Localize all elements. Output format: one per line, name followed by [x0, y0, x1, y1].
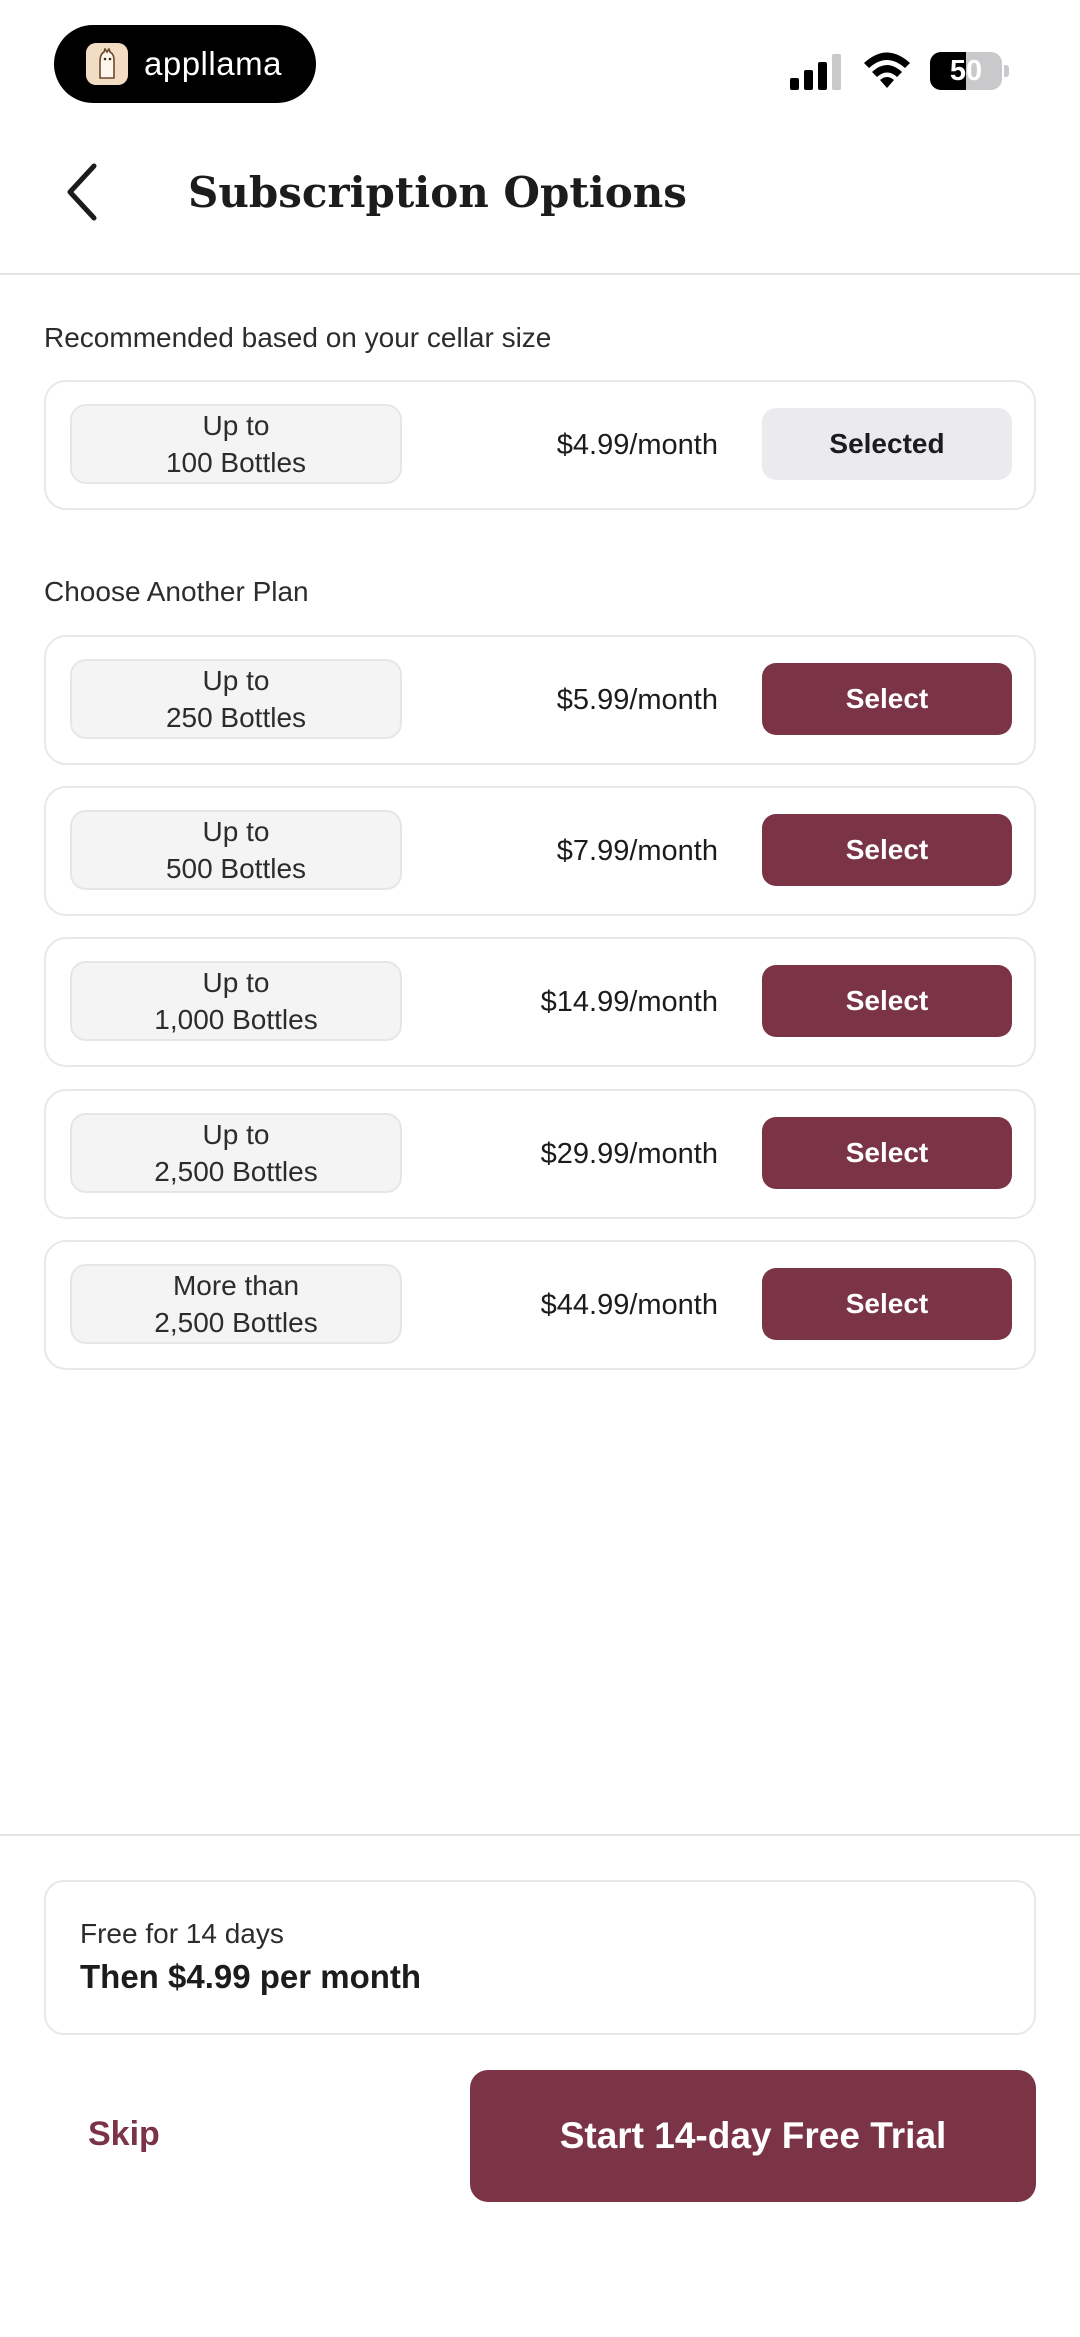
plan-price: $29.99/month	[540, 1138, 718, 1170]
page-title: Subscription Options	[188, 168, 687, 217]
plan-card: More than 2,500 Bottles $44.99/month Sel…	[44, 1240, 1036, 1370]
plan-price: $7.99/month	[556, 835, 718, 867]
cellular-signal-icon	[790, 54, 841, 90]
app-badge[interactable]: appllama	[54, 25, 316, 103]
plan-capacity-tag: Up to 2,500 Bottles	[70, 1113, 402, 1193]
trial-summary: Free for 14 days Then $4.99 per month	[44, 1880, 1036, 2035]
plan-card: Up to 2,500 Bottles $29.99/month Select	[44, 1089, 1036, 1219]
navigation-bar: Subscription Options	[0, 130, 1080, 275]
llama-icon	[86, 43, 128, 85]
plan-capacity-line1: Up to	[202, 967, 270, 998]
plan-price: $4.99/month	[556, 429, 718, 461]
plan-capacity-line2: 1,000 Bottles	[154, 1004, 318, 1035]
select-button[interactable]: Select	[762, 663, 1012, 735]
select-button[interactable]: Select	[762, 1117, 1012, 1189]
select-button[interactable]: Select	[762, 814, 1012, 886]
plan-card: Up to 250 Bottles $5.99/month Select	[44, 635, 1036, 765]
trial-duration-text: Free for 14 days	[80, 1918, 284, 1949]
battery-level: 50	[949, 55, 983, 87]
plan-capacity-line1: Up to	[202, 1119, 270, 1150]
plan-capacity-line2: 2,500 Bottles	[154, 1156, 318, 1187]
plan-capacity-line1: Up to	[202, 665, 270, 696]
plan-price: $14.99/month	[540, 986, 718, 1018]
app-name: appllama	[144, 45, 282, 82]
plan-capacity-line2: 100 Bottles	[165, 447, 307, 478]
plan-card: Up to 1,000 Bottles $14.99/month Select	[44, 937, 1036, 1067]
plan-price: $44.99/month	[540, 1289, 718, 1321]
recommended-label: Recommended based on your cellar size	[44, 322, 552, 353]
start-free-trial-button[interactable]: Start 14-day Free Trial	[470, 2070, 1036, 2202]
selected-button[interactable]: Selected	[762, 408, 1012, 480]
plan-capacity-line1: Up to	[202, 410, 270, 441]
plan-capacity-tag: Up to 250 Bottles	[70, 659, 402, 739]
plan-price: $5.99/month	[556, 684, 718, 716]
plan-capacity-line1: Up to	[202, 816, 270, 847]
plan-capacity-line1: More than	[172, 1270, 300, 1301]
status-bar: appllama 50	[0, 0, 1080, 130]
plan-capacity-line2: 250 Bottles	[165, 702, 307, 733]
footer-divider	[0, 1834, 1080, 1836]
plan-capacity-tag: More than 2,500 Bottles	[70, 1264, 402, 1344]
plan-capacity-line2: 500 Bottles	[165, 853, 307, 884]
chevron-left-icon	[67, 163, 97, 221]
wifi-icon	[864, 52, 910, 88]
choose-another-plan-label: Choose Another Plan	[44, 576, 309, 607]
plan-capacity-tag: Up to 500 Bottles	[70, 810, 402, 890]
skip-button[interactable]: Skip	[88, 2115, 160, 2154]
plan-card-recommended: Up to 100 Bottles $4.99/month Selected	[44, 380, 1036, 510]
plan-capacity-tag: Up to 100 Bottles	[70, 404, 402, 484]
plan-capacity-tag: Up to 1,000 Bottles	[70, 961, 402, 1041]
plan-capacity-line2: 2,500 Bottles	[154, 1307, 318, 1338]
trial-price-text: Then $4.99 per month	[80, 1958, 422, 1995]
battery-icon: 50	[930, 52, 1010, 90]
select-button[interactable]: Select	[762, 965, 1012, 1037]
select-button[interactable]: Select	[762, 1268, 1012, 1340]
back-button[interactable]	[50, 156, 114, 228]
plan-card: Up to 500 Bottles $7.99/month Select	[44, 786, 1036, 916]
